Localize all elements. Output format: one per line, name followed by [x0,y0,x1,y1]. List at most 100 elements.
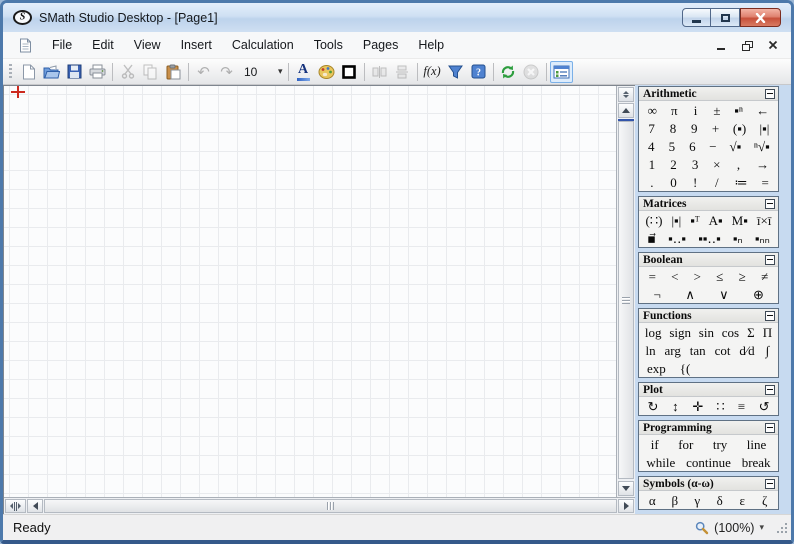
palette-button[interactable]: γ [691,494,703,507]
palette-button[interactable]: ∷ [714,400,726,413]
palette-button[interactable]: ▪▪‥▪ [696,232,723,245]
palette-button[interactable]: ≤ [714,270,726,283]
palette-button[interactable]: 4 [645,140,657,153]
font-color-button[interactable]: A [292,61,315,83]
palette-button[interactable]: ∞ [646,104,659,117]
palette-button[interactable]: . [646,176,658,189]
palette-button[interactable]: i [690,104,702,117]
palette-button[interactable]: |▪| [669,214,683,227]
palette-button[interactable]: → [754,158,771,171]
palette-button[interactable]: = [646,270,658,283]
menu-item-file[interactable]: File [42,34,82,56]
palette-button[interactable]: 3 [689,158,701,171]
collapse-icon[interactable] [765,254,775,265]
palette-button[interactable]: ≠ [759,270,771,283]
palette-button[interactable]: M▪ [730,214,750,227]
horizontal-scrollbar[interactable] [4,497,635,514]
palette-button[interactable]: arg [663,344,683,357]
palette-button[interactable]: 6 [686,140,698,153]
background-color-button[interactable] [315,61,338,83]
collapse-icon[interactable] [765,88,775,99]
reference-book-button[interactable]: ? [467,61,490,83]
recalculate-button[interactable] [497,61,520,83]
mdi-minimize-button[interactable] [714,39,727,52]
palette-button[interactable]: log [643,326,664,339]
palette-button[interactable]: β [669,494,681,507]
side-panel-toggle-button[interactable] [549,60,573,83]
palette-button[interactable]: 8 [667,122,679,135]
palette-button[interactable]: ≔ [732,176,749,189]
new-page-button[interactable] [17,61,40,83]
function-button[interactable]: f(x) [421,61,444,83]
palette-button[interactable]: for [676,438,695,451]
palette-button[interactable]: tan [688,344,708,357]
save-button[interactable] [63,61,86,83]
palette-button[interactable]: ζ [759,494,771,507]
palette-button[interactable]: (∷) [644,214,665,227]
palette-button[interactable]: ✛ [690,400,705,413]
palette-button[interactable]: / [711,176,723,189]
minimize-button[interactable] [682,8,711,27]
palette-button[interactable]: while [644,456,677,469]
palette-button[interactable]: exp [645,362,668,375]
palette-button[interactable]: ← [754,104,771,117]
collapse-icon[interactable] [765,478,775,489]
print-button[interactable] [86,61,109,83]
collapse-icon[interactable] [765,384,775,395]
vertical-scrollbar[interactable] [616,86,635,497]
palette-button[interactable]: ≥ [736,270,748,283]
palette-button[interactable]: ! [689,176,701,189]
palette-button[interactable]: sign [667,326,693,339]
palette-button[interactable]: > [691,270,703,283]
vertical-scroll-thumb[interactable] [618,121,634,479]
palette-button[interactable]: 2 [667,158,679,171]
palette-button[interactable]: √▪ [728,140,744,153]
palette-button[interactable]: 7 [646,122,658,135]
palette-button[interactable]: ⁿ√▪ [752,140,772,153]
collapse-icon[interactable] [765,310,775,321]
toolbar-grip[interactable] [9,63,12,80]
close-button[interactable] [740,8,781,27]
resize-grip[interactable] [775,521,789,535]
palette-button[interactable]: ± [711,104,723,117]
palette-button[interactable]: ▪‥▪ [666,232,688,245]
palette-button[interactable]: d⁄d [737,344,756,357]
palette-button[interactable]: break [740,456,773,469]
palette-button[interactable]: |▪| [758,122,772,135]
title-bar[interactable]: S SMath Studio Desktop - [Page1] [3,3,791,32]
palette-button[interactable]: ≡ [736,400,748,413]
border-button[interactable] [338,61,361,83]
palette-button[interactable]: line [745,438,769,451]
open-button[interactable] [40,61,63,83]
collapse-icon[interactable] [765,198,775,209]
palette-button[interactable]: ln [643,344,657,357]
filter-button[interactable] [444,61,467,83]
menu-item-pages[interactable]: Pages [353,34,408,56]
scroll-right-button[interactable] [618,499,634,513]
scroll-up-button[interactable] [618,103,634,118]
palette-button[interactable]: ↺ [757,400,772,413]
palette-button[interactable]: ↻ [646,400,661,413]
palette-button[interactable]: δ [714,494,726,507]
menu-item-tools[interactable]: Tools [304,34,353,56]
palette-button[interactable]: if [649,438,661,451]
palette-button[interactable]: ī×ī [755,214,774,227]
palette-button[interactable]: − [707,140,719,153]
palette-button[interactable]: ⊕ [751,288,766,301]
worksheet-canvas[interactable] [4,86,616,497]
maximize-button[interactable] [711,8,740,27]
palette-button[interactable]: , [732,158,744,171]
zoom-control[interactable]: (100%) ▾ [695,521,789,535]
paste-button[interactable] [162,61,185,83]
palette-button[interactable]: α [646,494,658,507]
palette-button[interactable]: try [711,438,729,451]
palette-button[interactable]: × [711,158,723,171]
palette-button[interactable]: = [759,176,771,189]
palette-button[interactable]: cot [713,344,733,357]
palette-button[interactable]: ▪ₙₙ [753,232,772,245]
palette-button[interactable]: ▪ₙ [731,232,745,245]
menu-item-help[interactable]: Help [408,34,454,56]
menu-item-calculation[interactable]: Calculation [222,34,304,56]
palette-button[interactable]: ▪⃗ [645,232,658,245]
palette-button[interactable]: ▪ⁿ [732,104,745,117]
